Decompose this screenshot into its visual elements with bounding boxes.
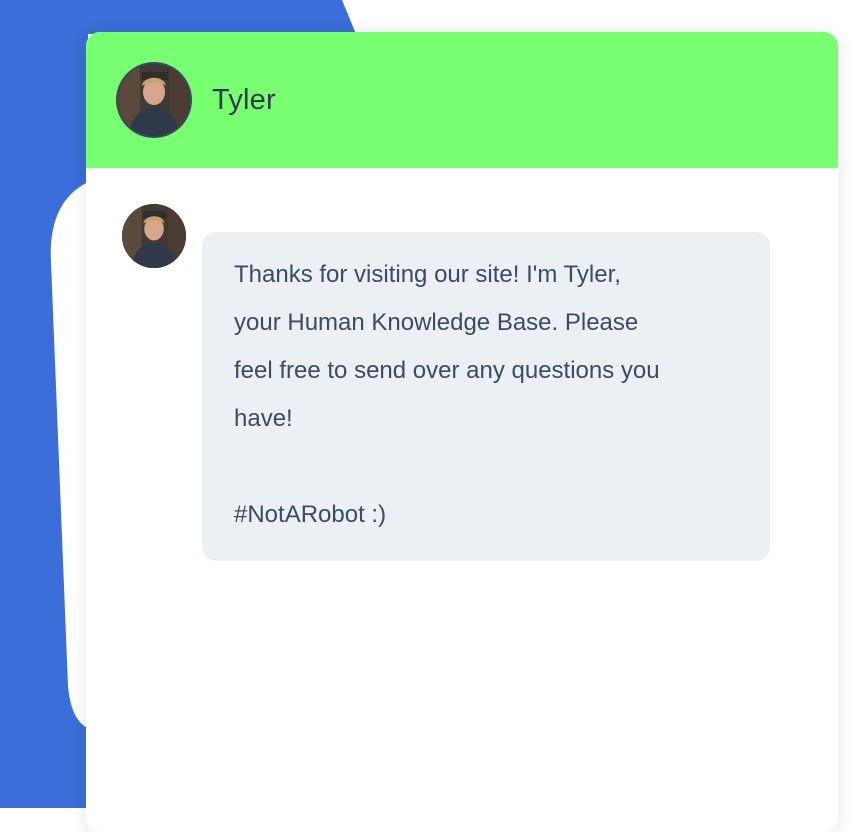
chat-body: Thanks for visiting our site! I'm Tyler,… — [86, 168, 838, 832]
chat-window: Tyler Thanks for visiting our site! I'm … — [86, 32, 838, 832]
agent-avatar[interactable] — [118, 64, 190, 136]
profile-photo-icon — [122, 204, 186, 268]
message-bubble: Thanks for visiting our site! I'm Tyler,… — [202, 232, 770, 561]
message-hashtag: #NotARobot :) — [234, 501, 387, 528]
message-line: have! — [234, 405, 293, 432]
message-avatar — [122, 204, 186, 268]
message-line: Thanks for visiting our site! I'm Tyler, — [234, 261, 621, 288]
profile-photo-icon — [118, 64, 190, 136]
agent-name: Tyler — [212, 83, 276, 116]
message-line: your Human Knowledge Base. Please — [234, 309, 639, 336]
chat-header: Tyler — [86, 32, 838, 168]
message-line: feel free to send over any questions you — [234, 357, 660, 384]
